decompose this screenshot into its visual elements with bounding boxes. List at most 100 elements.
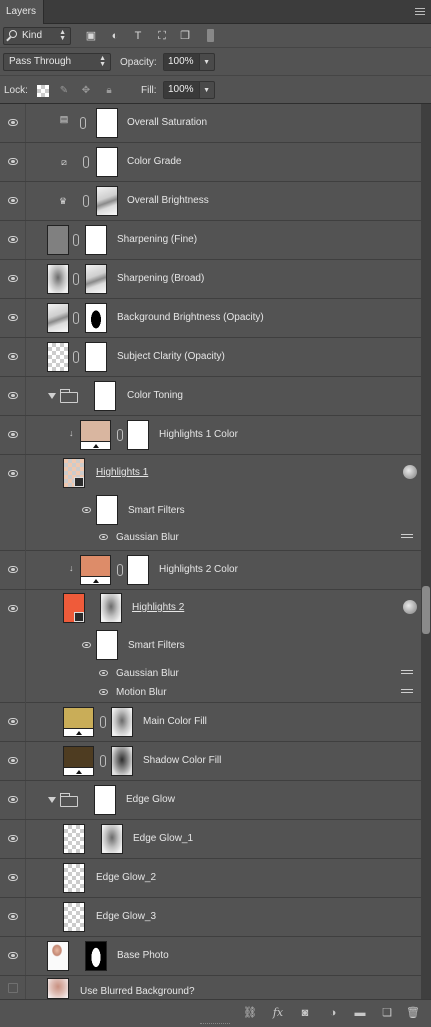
layer-mask-thumbnail[interactable] bbox=[85, 264, 107, 294]
link-icon[interactable] bbox=[73, 234, 79, 246]
disclosure-triangle-icon[interactable] bbox=[48, 393, 56, 399]
new-layer-icon[interactable]: ❏ bbox=[379, 1006, 395, 1020]
layer-thumbnail[interactable] bbox=[63, 824, 85, 854]
fx-icon[interactable]: fx bbox=[270, 1006, 286, 1020]
layer-mask-thumbnail[interactable] bbox=[85, 342, 107, 372]
opacity-field[interactable]: 100% ▼ bbox=[163, 53, 215, 71]
filter-name[interactable]: Gaussian Blur bbox=[116, 532, 179, 543]
layer-thumbnail[interactable] bbox=[47, 342, 69, 372]
filter-eye-icon[interactable] bbox=[99, 689, 108, 695]
smart-filter-mask-thumbnail[interactable] bbox=[96, 495, 118, 525]
visibility-toggle[interactable] bbox=[0, 221, 26, 259]
layer-mask-thumbnail[interactable] bbox=[85, 303, 107, 333]
link-icon[interactable] bbox=[73, 351, 79, 363]
scrollbar-thumb[interactable] bbox=[422, 586, 430, 634]
layer-name[interactable]: Overall Brightness bbox=[127, 195, 209, 206]
fill-thumbnail[interactable] bbox=[63, 707, 94, 737]
lock-transparent-icon[interactable] bbox=[37, 85, 49, 97]
layer-name[interactable]: Highlights 2 Color bbox=[159, 564, 238, 575]
layer-row[interactable]: Sharpening (Broad) bbox=[0, 260, 421, 299]
layer-name[interactable]: Edge Glow_2 bbox=[96, 872, 156, 883]
fill-thumbnail[interactable] bbox=[80, 420, 111, 450]
link-icon[interactable] bbox=[100, 716, 106, 728]
adjustment-filter-icon[interactable]: ◐ bbox=[108, 29, 122, 43]
smart-filters-eye-icon[interactable] bbox=[82, 642, 91, 648]
layer-mask-thumbnail[interactable] bbox=[101, 824, 123, 854]
layer-mask-thumbnail[interactable] bbox=[85, 941, 107, 971]
layer-row[interactable]: Subject Clarity (Opacity) bbox=[0, 338, 421, 377]
group-mask-thumbnail[interactable] bbox=[94, 381, 116, 411]
layer-name[interactable]: Edge Glow bbox=[126, 794, 175, 805]
layer-row[interactable]: Edge Glow_1 bbox=[0, 820, 421, 859]
group-row[interactable]: Edge Glow bbox=[0, 781, 421, 820]
layer-name[interactable]: Subject Clarity (Opacity) bbox=[117, 351, 225, 362]
layer-row[interactable]: Edge Glow_2 bbox=[0, 859, 421, 898]
lock-position-icon[interactable]: ✥ bbox=[80, 85, 92, 97]
add-mask-icon[interactable]: ◙ bbox=[297, 1006, 313, 1020]
layer-name[interactable]: Highlights 1 Color bbox=[159, 429, 238, 440]
layer-row[interactable]: ▤ Overall Saturation bbox=[0, 104, 421, 143]
layer-row[interactable]: ⧄ Color Grade bbox=[0, 143, 421, 182]
layer-name[interactable]: Highlights 1 bbox=[96, 467, 148, 478]
layer-name[interactable]: Edge Glow_3 bbox=[96, 911, 156, 922]
type-filter-icon[interactable]: T bbox=[131, 29, 145, 43]
new-group-icon[interactable]: ▬ bbox=[352, 1006, 368, 1020]
group-mask-thumbnail[interactable] bbox=[94, 785, 116, 815]
layer-mask-thumbnail[interactable] bbox=[85, 225, 107, 255]
filter-blending-options-icon[interactable] bbox=[401, 670, 413, 678]
layer-name[interactable]: Color Grade bbox=[127, 156, 181, 167]
link-layers-icon[interactable]: ⛓ bbox=[242, 1006, 258, 1020]
filter-eye-icon[interactable] bbox=[99, 534, 108, 540]
filter-blending-options-icon[interactable] bbox=[401, 689, 413, 697]
layer-thumbnail[interactable] bbox=[63, 902, 85, 932]
link-icon[interactable] bbox=[117, 564, 123, 576]
layers-scrollbar[interactable] bbox=[421, 104, 431, 999]
chevron-down-icon[interactable]: ▼ bbox=[203, 87, 210, 94]
fill-thumbnail[interactable] bbox=[80, 555, 111, 585]
group-row[interactable]: Color Toning bbox=[0, 377, 421, 416]
layer-thumbnail[interactable] bbox=[47, 225, 69, 255]
layer-name[interactable]: Color Toning bbox=[127, 390, 183, 401]
visibility-toggle[interactable] bbox=[0, 299, 26, 337]
panel-menu-icon[interactable] bbox=[415, 8, 425, 16]
layer-row[interactable]: Shadow Color Fill bbox=[0, 742, 421, 781]
visibility-toggle[interactable] bbox=[0, 703, 26, 741]
smart-object-row[interactable]: Highlights 2 Smart Filters Gaussian Blur… bbox=[0, 590, 421, 703]
adjustment-layer-icon[interactable]: ◑ bbox=[325, 1006, 341, 1020]
delete-layer-icon[interactable]: 🗑︎ bbox=[405, 1006, 421, 1020]
visibility-toggle[interactable] bbox=[0, 976, 26, 999]
link-icon[interactable] bbox=[117, 429, 123, 441]
layer-name[interactable]: Sharpening (Broad) bbox=[117, 273, 204, 284]
blend-mode-select[interactable]: Pass Through ▲ ▼ bbox=[3, 53, 111, 71]
layer-thumbnail[interactable] bbox=[47, 303, 69, 333]
lock-image-icon[interactable]: ✎ bbox=[58, 85, 70, 97]
resize-grip[interactable] bbox=[200, 1023, 230, 1026]
layer-mask-thumbnail[interactable] bbox=[96, 108, 118, 138]
visibility-toggle[interactable] bbox=[0, 416, 26, 454]
visibility-toggle[interactable] bbox=[0, 820, 26, 858]
smart-filters-eye-icon[interactable] bbox=[82, 507, 91, 513]
fill-field[interactable]: 100% ▼ bbox=[163, 81, 215, 99]
visibility-toggle[interactable] bbox=[0, 260, 26, 298]
layer-thumbnail[interactable] bbox=[47, 978, 69, 999]
layer-mask-thumbnail[interactable] bbox=[96, 186, 118, 216]
visibility-toggle[interactable] bbox=[0, 859, 26, 897]
filter-name[interactable]: Motion Blur bbox=[116, 687, 167, 698]
layer-name[interactable]: Main Color Fill bbox=[143, 716, 207, 727]
filter-eye-icon[interactable] bbox=[99, 670, 108, 676]
layer-thumbnail[interactable] bbox=[63, 863, 85, 893]
layer-mask-thumbnail[interactable] bbox=[111, 746, 133, 776]
layer-mask-thumbnail[interactable] bbox=[127, 555, 149, 585]
smart-object-filter-icon[interactable]: ❐ bbox=[178, 29, 192, 43]
link-icon[interactable] bbox=[73, 312, 79, 324]
layer-name[interactable]: Edge Glow_1 bbox=[133, 833, 193, 844]
layer-mask-thumbnail[interactable] bbox=[111, 707, 133, 737]
layer-mask-thumbnail[interactable] bbox=[96, 147, 118, 177]
layer-name[interactable]: Shadow Color Fill bbox=[143, 755, 221, 766]
link-icon[interactable] bbox=[100, 755, 106, 767]
link-icon[interactable] bbox=[83, 195, 89, 207]
filter-toggle-icon[interactable] bbox=[203, 29, 217, 43]
chevron-down-icon[interactable]: ▼ bbox=[203, 59, 210, 66]
layer-thumbnail[interactable] bbox=[47, 264, 69, 294]
visibility-toggle[interactable] bbox=[0, 377, 26, 415]
